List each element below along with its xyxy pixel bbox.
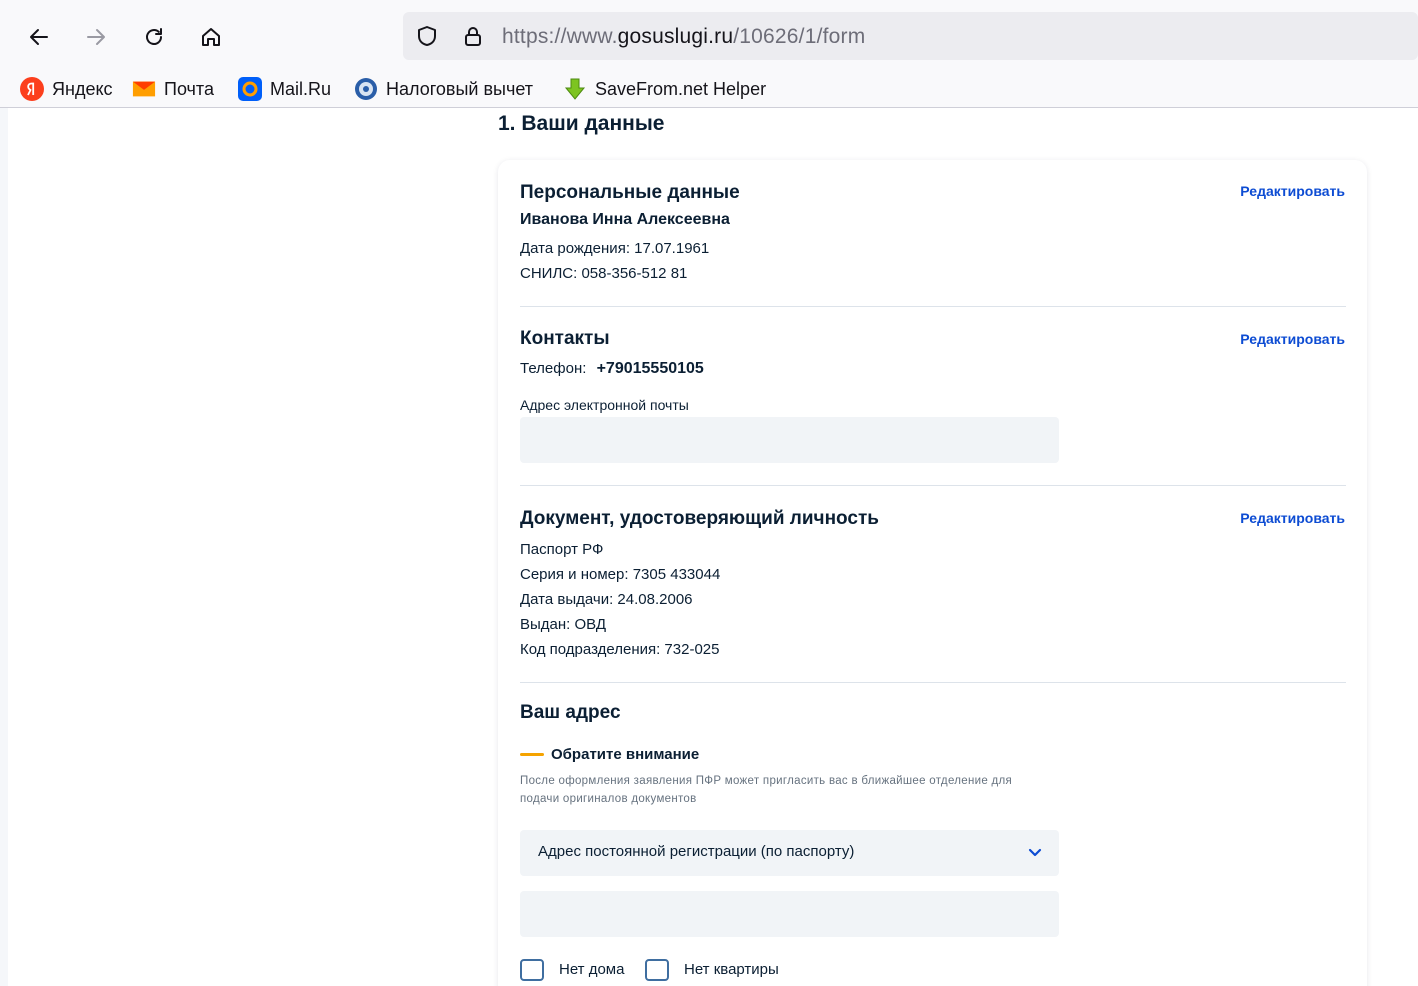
phone-row: Телефон: +79015550105 xyxy=(520,360,704,378)
form-card: Персональные данные Редактировать Иванов… xyxy=(498,160,1367,986)
bookmark-savefrom[interactable]: SaveFrom.net Helper xyxy=(563,76,766,102)
back-arrow-icon[interactable] xyxy=(22,20,56,54)
address-bar[interactable]: https://www.gosuslugi.ru/10626/1/form xyxy=(403,12,1418,60)
mailru-icon xyxy=(238,77,262,101)
phone-label: Телефон: xyxy=(520,360,587,377)
reload-icon[interactable] xyxy=(137,20,171,54)
bookmark-yandex[interactable]: Яндекс xyxy=(20,76,113,102)
phone-value: +79015550105 xyxy=(596,360,704,377)
yandex-icon xyxy=(20,77,44,101)
divider xyxy=(520,485,1346,486)
tracking-shield-icon[interactable] xyxy=(415,24,439,48)
url-text[interactable]: https://www.gosuslugi.ru/10626/1/form xyxy=(502,25,865,49)
address-title: Ваш адрес xyxy=(520,702,621,723)
address-input[interactable] xyxy=(520,891,1059,937)
email-label: Адрес электронной почты xyxy=(520,397,689,413)
lock-icon[interactable] xyxy=(461,24,485,48)
bookmark-label: Mail.Ru xyxy=(270,78,332,99)
download-arrow-icon xyxy=(563,77,587,101)
birth-date: Дата рождения: 17.07.1961 xyxy=(520,240,710,257)
no-flat-checkbox[interactable] xyxy=(645,959,669,981)
address-type-select[interactable]: Адрес постоянной регистрации (по паспорт… xyxy=(520,830,1059,876)
bookmark-label: Налоговый вычет xyxy=(386,78,533,99)
notice-title: Обратите внимание xyxy=(551,746,700,763)
no-house-checkbox[interactable] xyxy=(520,959,544,981)
page-left-edge xyxy=(0,108,8,986)
bookmark-nalog[interactable]: Налоговый вычет xyxy=(354,76,533,102)
edit-document-link[interactable]: Редактировать xyxy=(1240,510,1345,526)
document-title: Документ, удостоверяющий личность xyxy=(520,508,879,529)
personal-data-title: Персональные данные xyxy=(520,182,740,203)
bookmark-label: Яндекс xyxy=(52,78,113,99)
document-type: Паспорт РФ xyxy=(520,541,604,558)
bookmark-pochta[interactable]: Почта xyxy=(132,76,214,102)
edit-contacts-link[interactable]: Редактировать xyxy=(1240,331,1345,347)
section-title: 1. Ваши данные xyxy=(498,112,665,135)
address-type-value: Адрес постоянной регистрации (по паспорт… xyxy=(538,843,855,860)
issued-by: Выдан: ОВД xyxy=(520,616,607,633)
forward-arrow-icon[interactable] xyxy=(79,20,113,54)
browser-toolbar: https://www.gosuslugi.ru/10626/1/form xyxy=(0,0,1418,68)
passport-series: Серия и номер: 7305 433044 xyxy=(520,566,721,583)
contacts-title: Контакты xyxy=(520,328,610,349)
bookmarks-bar: Яндекс Почта Mail.Ru Налоговый вычет Sav… xyxy=(0,68,1418,108)
home-icon[interactable] xyxy=(194,20,228,54)
chevron-down-icon xyxy=(1028,848,1042,857)
snils: СНИЛС: 058-356-512 81 xyxy=(520,265,688,282)
notice-accent-bar xyxy=(520,753,544,756)
no-flat-label[interactable]: Нет квартиры xyxy=(684,961,779,978)
bookmark-label: SaveFrom.net Helper xyxy=(595,78,767,99)
full-name: Иванова Инна Алексеевна xyxy=(520,211,730,228)
tax-deduction-icon xyxy=(354,77,378,101)
bookmark-mailru[interactable]: Mail.Ru xyxy=(238,76,331,102)
email-field[interactable] xyxy=(520,417,1059,463)
no-house-label[interactable]: Нет дома xyxy=(559,961,624,978)
edit-personal-link[interactable]: Редактировать xyxy=(1240,183,1345,199)
divider xyxy=(520,306,1346,307)
notice-text: После оформления заявления ПФР может при… xyxy=(520,775,1013,805)
divider xyxy=(520,682,1346,683)
mail-envelope-icon xyxy=(132,77,156,101)
department-code: Код подразделения: 732-025 xyxy=(520,641,720,658)
bookmark-label: Почта xyxy=(164,78,214,99)
issue-date: Дата выдачи: 24.08.2006 xyxy=(520,591,693,608)
